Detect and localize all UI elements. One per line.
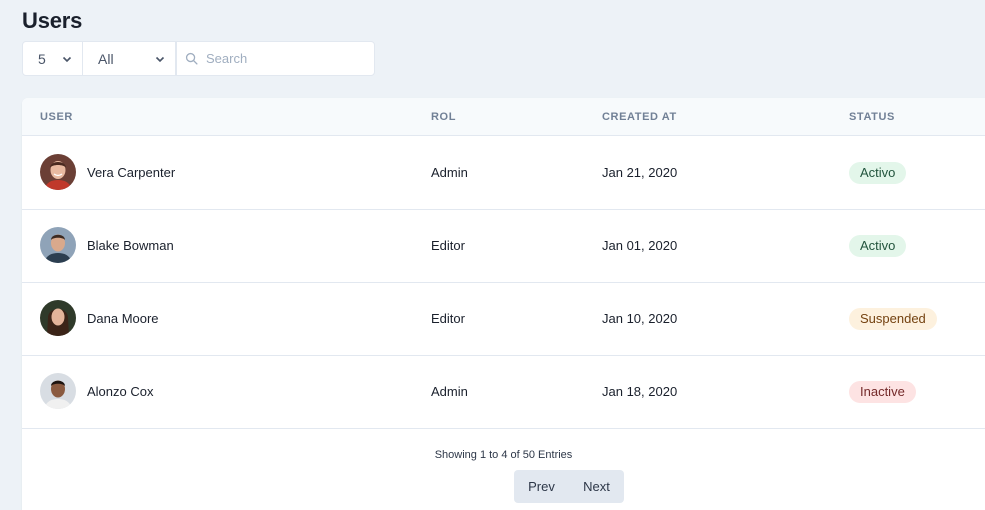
status-badge: Inactive [849,381,916,403]
search-box[interactable] [176,41,376,76]
user-name: Dana Moore [87,311,159,326]
user-name: Blake Bowman [87,238,174,253]
filter-bar: 5 All [22,41,376,76]
user-created-at: Jan 10, 2020 [602,311,678,326]
avatar [40,227,76,263]
status-badge: Activo [849,235,907,257]
chevron-down-icon [62,56,72,63]
per-page-value: 5 [38,50,46,67]
avatar [40,300,76,336]
users-table-card: USER ROL CREATED AT STATUS Vera Carpente… [22,98,985,510]
user-name: Alonzo Cox [87,384,154,399]
status-badge: Suspended [849,308,937,330]
column-header-status: STATUS [849,111,895,123]
prev-button[interactable]: Prev [514,470,569,503]
avatar [40,373,76,409]
user-created-at: Jan 01, 2020 [602,238,678,253]
column-header-rol: ROL [431,111,457,123]
table-row[interactable]: Blake Bowman Editor Jan 01, 2020 Activo [22,210,985,283]
user-role: Admin [431,165,468,180]
role-filter-select[interactable]: All [83,41,176,76]
user-created-at: Jan 21, 2020 [602,165,678,180]
user-role: Admin [431,384,468,399]
per-page-select[interactable]: 5 [22,41,83,76]
column-header-created-at: CREATED AT [602,111,677,123]
next-button[interactable]: Next [569,470,624,503]
chevron-down-icon [155,56,165,63]
user-created-at: Jan 18, 2020 [602,384,678,399]
table-header: USER ROL CREATED AT STATUS [22,98,985,136]
pagination-summary: Showing 1 to 4 of 50 Entries [434,449,573,461]
role-filter-value: All [98,50,114,67]
table-row[interactable]: Vera Carpenter Admin Jan 21, 2020 Activo [22,137,985,210]
user-role: Editor [431,238,465,253]
search-input[interactable] [206,51,376,66]
pagination-controls: Prev Next [514,470,624,503]
page-title: Users [22,8,83,33]
table-row[interactable]: Dana Moore Editor Jan 10, 2020 Suspended [22,283,985,356]
user-role: Editor [431,311,465,326]
avatar [40,154,76,190]
column-header-user: USER [40,111,73,123]
search-icon [185,52,198,65]
table-row[interactable]: Alonzo Cox Admin Jan 18, 2020 Inactive [22,356,985,429]
status-badge: Activo [849,162,907,184]
user-name: Vera Carpenter [87,165,176,180]
